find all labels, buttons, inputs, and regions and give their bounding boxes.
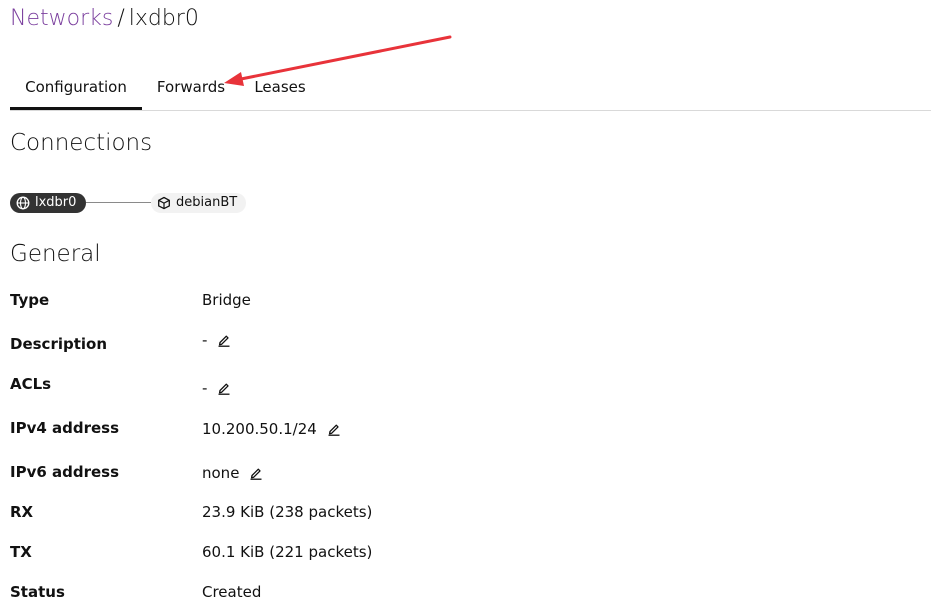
rx-value-text: 23.9 KiB (238 packets) <box>202 503 373 521</box>
network-chip-label: lxdbr0 <box>35 195 77 210</box>
edit-ipv4-icon[interactable] <box>327 422 341 436</box>
globe-icon <box>16 196 30 210</box>
tx-value: 60.1 KiB (221 packets) <box>202 542 372 562</box>
ipv6-value: none <box>202 463 263 483</box>
status-value-text: Created <box>202 583 262 601</box>
type-value: Bridge <box>202 290 251 310</box>
tab-bar: Configuration Forwards Leases <box>10 70 931 111</box>
breadcrumb-current: lxdbr0 <box>128 6 199 31</box>
ipv6-label: IPv6 address <box>10 463 120 481</box>
rx-label: RX <box>10 503 34 521</box>
acls-value: - <box>202 378 231 398</box>
tab-leases[interactable]: Leases <box>242 70 318 110</box>
acls-value-text: - <box>202 379 208 397</box>
edit-acls-icon[interactable] <box>217 381 231 395</box>
ipv4-value: 10.200.50.1/24 <box>202 419 341 439</box>
instance-chip[interactable]: debianBT <box>151 193 246 213</box>
network-chip: lxdbr0 <box>10 193 86 213</box>
ipv6-value-text: none <box>202 464 240 482</box>
description-value: - <box>202 330 231 350</box>
tab-forwards[interactable]: Forwards <box>146 70 236 110</box>
general-heading: General <box>10 241 101 267</box>
tx-value-text: 60.1 KiB (221 packets) <box>202 543 373 561</box>
breadcrumb: Networks / lxdbr0 <box>10 4 199 34</box>
edit-description-icon[interactable] <box>217 333 231 347</box>
acls-label: ACLs <box>10 375 52 393</box>
connection-line <box>86 202 151 203</box>
status-label: Status <box>10 583 65 601</box>
status-value: Created <box>202 582 261 602</box>
breadcrumb-networks-link[interactable]: Networks <box>10 6 113 31</box>
cube-icon <box>157 196 171 210</box>
type-label: Type <box>10 291 50 309</box>
instance-chip-label: debianBT <box>176 195 238 210</box>
connections-heading: Connections <box>10 130 153 156</box>
tx-label: TX <box>10 543 32 561</box>
rx-value: 23.9 KiB (238 packets) <box>202 502 372 522</box>
ipv4-value-text: 10.200.50.1/24 <box>202 420 317 438</box>
description-value-text: - <box>202 331 208 349</box>
edit-ipv6-icon[interactable] <box>249 466 263 480</box>
ipv4-label: IPv4 address <box>10 419 120 437</box>
type-value-text: Bridge <box>202 291 251 309</box>
tab-configuration[interactable]: Configuration <box>10 70 142 110</box>
description-label: Description <box>10 335 108 353</box>
breadcrumb-separator: / <box>117 6 125 31</box>
